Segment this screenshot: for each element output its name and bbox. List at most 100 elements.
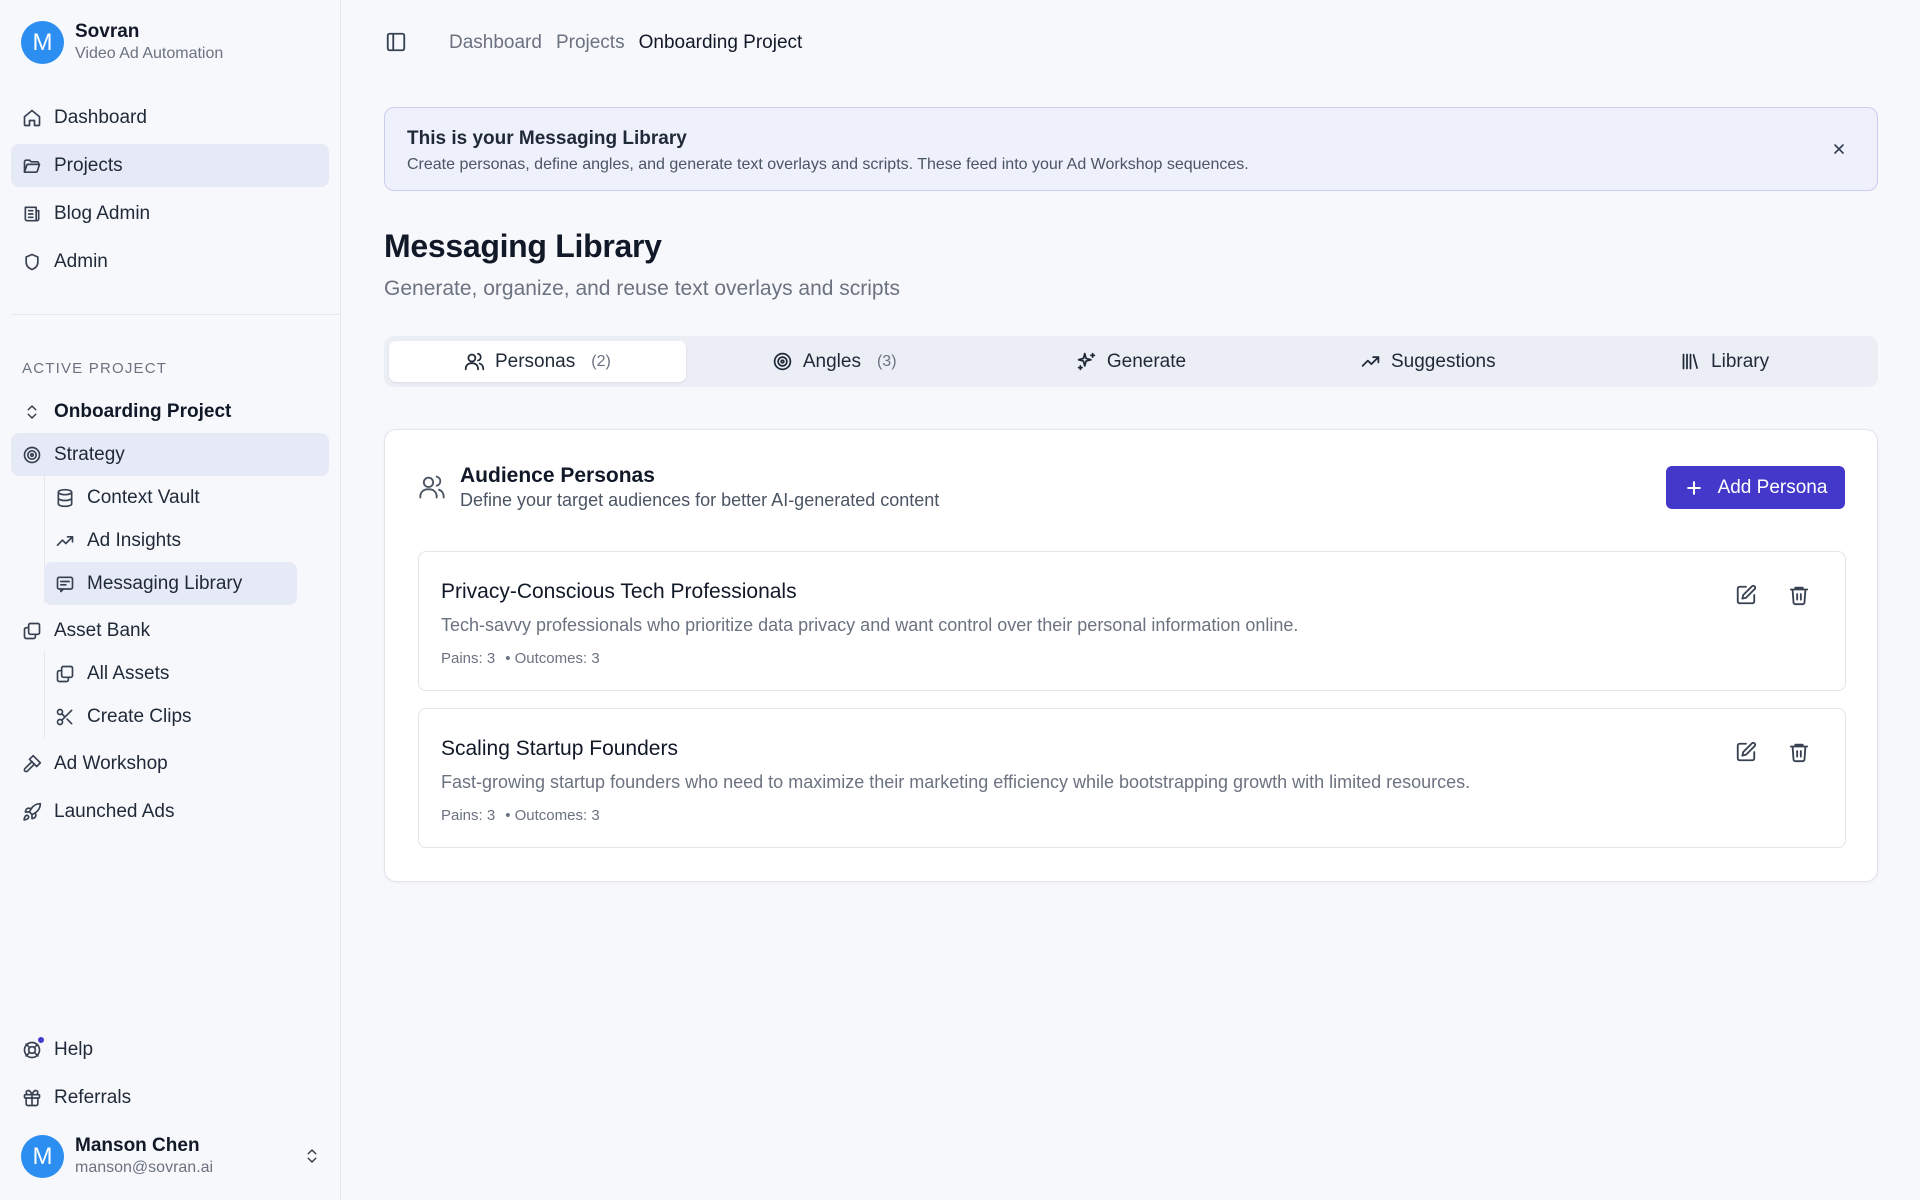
- trending-up-icon: [1360, 351, 1381, 372]
- breadcrumb-projects[interactable]: Projects: [556, 31, 625, 55]
- sidebar-item-label: All Assets: [87, 662, 170, 684]
- tab-label: Personas: [494, 350, 576, 372]
- users-icon: [418, 473, 446, 501]
- tab-count: (2): [591, 352, 611, 370]
- sidebar-item-label: Help: [54, 1038, 94, 1060]
- project-name: Onboarding Project: [54, 400, 232, 422]
- sidebar-item-launched-ads[interactable]: Launched Ads: [11, 790, 329, 833]
- tab-suggestions[interactable]: Suggestions: [1279, 341, 1576, 382]
- sidebar-item-messaging-library[interactable]: Messaging Library: [44, 562, 297, 605]
- sidebar-item-label: Blog Admin: [54, 202, 151, 224]
- message-square-text-icon: [54, 573, 76, 595]
- user-email: manson@sovran.ai: [75, 1159, 214, 1176]
- sidebar-item-label: Ad Insights: [87, 529, 181, 551]
- plus-icon: [1684, 478, 1704, 498]
- brand-avatar: M: [21, 21, 64, 64]
- tab-label: Suggestions: [1391, 350, 1496, 372]
- sidebar: M Sovran Video Ad Automation Dashboard P…: [0, 0, 341, 1200]
- rocket-icon: [21, 801, 43, 823]
- sidebar-item-blog-admin[interactable]: Blog Admin: [11, 192, 329, 235]
- sidebar-item-label: Strategy: [54, 443, 125, 465]
- user-menu[interactable]: M Manson Chen manson@sovran.ai: [21, 1135, 321, 1178]
- sidebar-item-all-assets[interactable]: All Assets: [44, 652, 297, 695]
- sidebar-item-create-clips[interactable]: Create Clips: [44, 695, 297, 738]
- trash-icon[interactable]: [1788, 741, 1810, 763]
- tab-label: Generate: [1106, 350, 1187, 372]
- persona-pains: Pains: 3: [441, 807, 496, 824]
- sidebar-item-asset-bank[interactable]: Asset Bank: [11, 609, 329, 652]
- persona-item[interactable]: Privacy-Conscious Tech Professionals Tec…: [418, 551, 1846, 691]
- home-icon: [21, 107, 43, 129]
- sidebar-item-context-vault[interactable]: Context Vault: [44, 476, 297, 519]
- sidebar-item-strategy[interactable]: Strategy: [11, 433, 329, 476]
- sidebar-item-help[interactable]: Help: [11, 1028, 329, 1071]
- sidebar-item-admin[interactable]: Admin: [11, 240, 329, 283]
- card-title: Audience Personas: [460, 464, 655, 487]
- persona-description: Tech-savvy professionals who prioritize …: [441, 615, 1299, 635]
- tab-personas[interactable]: Personas (2): [389, 341, 686, 382]
- sidebar-item-ad-insights[interactable]: Ad Insights: [44, 519, 297, 562]
- brand-subtitle: Video Ad Automation: [75, 45, 224, 62]
- sidebar-item-referrals[interactable]: Referrals: [11, 1076, 329, 1119]
- add-persona-button[interactable]: Add Persona: [1666, 466, 1845, 509]
- sidebar-item-label: Ad Workshop: [54, 752, 168, 774]
- tab-library[interactable]: Library: [1576, 341, 1873, 382]
- folder-open-icon: [21, 155, 43, 177]
- edit-icon[interactable]: [1735, 584, 1757, 606]
- sidebar-item-label: Create Clips: [87, 705, 192, 727]
- sidebar-toggle-button[interactable]: [385, 31, 407, 53]
- persona-item[interactable]: Scaling Startup Founders Fast-growing st…: [418, 708, 1846, 848]
- close-icon[interactable]: [1831, 141, 1847, 157]
- hammer-icon: [21, 753, 43, 775]
- library-icon: [1680, 351, 1701, 372]
- user-avatar: M: [21, 1135, 64, 1178]
- page-title: Messaging Library: [384, 228, 662, 264]
- panel-left-icon: [385, 31, 407, 53]
- project-switcher[interactable]: Onboarding Project: [11, 390, 329, 433]
- user-name: Manson Chen: [75, 1135, 200, 1156]
- breadcrumb-dashboard[interactable]: Dashboard: [449, 31, 542, 55]
- active-project-label: ACTIVE PROJECT: [22, 360, 168, 377]
- tab-label: Library: [1711, 350, 1770, 372]
- gift-icon: [21, 1087, 43, 1109]
- breadcrumb-current: Onboarding Project: [638, 32, 803, 53]
- edit-icon[interactable]: [1735, 741, 1757, 763]
- copy-icon: [54, 663, 76, 685]
- newspaper-icon: [21, 203, 43, 225]
- personas-card: Audience Personas Define your target aud…: [384, 429, 1878, 882]
- card-subtitle: Define your target audiences for better …: [460, 490, 940, 510]
- sidebar-item-label: Context Vault: [87, 486, 200, 508]
- persona-name: Privacy-Conscious Tech Professionals: [441, 580, 797, 603]
- banner-title: This is your Messaging Library: [407, 128, 687, 149]
- sparkles-icon: [1076, 351, 1097, 372]
- sidebar-item-label: Projects: [54, 154, 123, 176]
- banner-text: Create personas, define angles, and gene…: [407, 156, 1249, 173]
- tab-label: Angles: [802, 350, 861, 372]
- database-icon: [54, 487, 76, 509]
- sidebar-item-dashboard[interactable]: Dashboard: [11, 96, 329, 139]
- persona-pains: Pains: 3: [441, 650, 496, 667]
- persona-meta: Pains: 3 • Outcomes: 3: [441, 807, 600, 825]
- add-persona-label: Add Persona: [1717, 476, 1828, 498]
- persona-outcomes: • Outcomes: 3: [505, 650, 600, 667]
- tab-angles[interactable]: Angles (3): [686, 341, 983, 382]
- users-icon: [464, 351, 485, 372]
- sidebar-item-label: Launched Ads: [54, 800, 175, 822]
- chevrons-up-down-icon: [21, 401, 43, 423]
- sidebar-divider: [11, 314, 341, 315]
- tab-generate[interactable]: Generate: [983, 341, 1280, 382]
- sidebar-item-label: Admin: [54, 250, 108, 272]
- sidebar-item-label: Referrals: [54, 1086, 132, 1108]
- info-banner: This is your Messaging Library Create pe…: [384, 107, 1878, 191]
- sidebar-item-ad-workshop[interactable]: Ad Workshop: [11, 742, 329, 785]
- persona-outcomes: • Outcomes: 3: [505, 807, 600, 824]
- trash-icon[interactable]: [1788, 584, 1810, 606]
- brand[interactable]: M Sovran Video Ad Automation: [21, 21, 223, 64]
- trending-up-icon: [54, 530, 76, 552]
- page-subtitle: Generate, organize, and reuse text overl…: [384, 277, 900, 300]
- scissors-icon: [54, 706, 76, 728]
- sidebar-item-projects[interactable]: Projects: [11, 144, 329, 187]
- shield-icon: [21, 251, 43, 273]
- chevrons-up-down-icon: [303, 1147, 321, 1165]
- sidebar-item-label: Asset Bank: [54, 619, 151, 641]
